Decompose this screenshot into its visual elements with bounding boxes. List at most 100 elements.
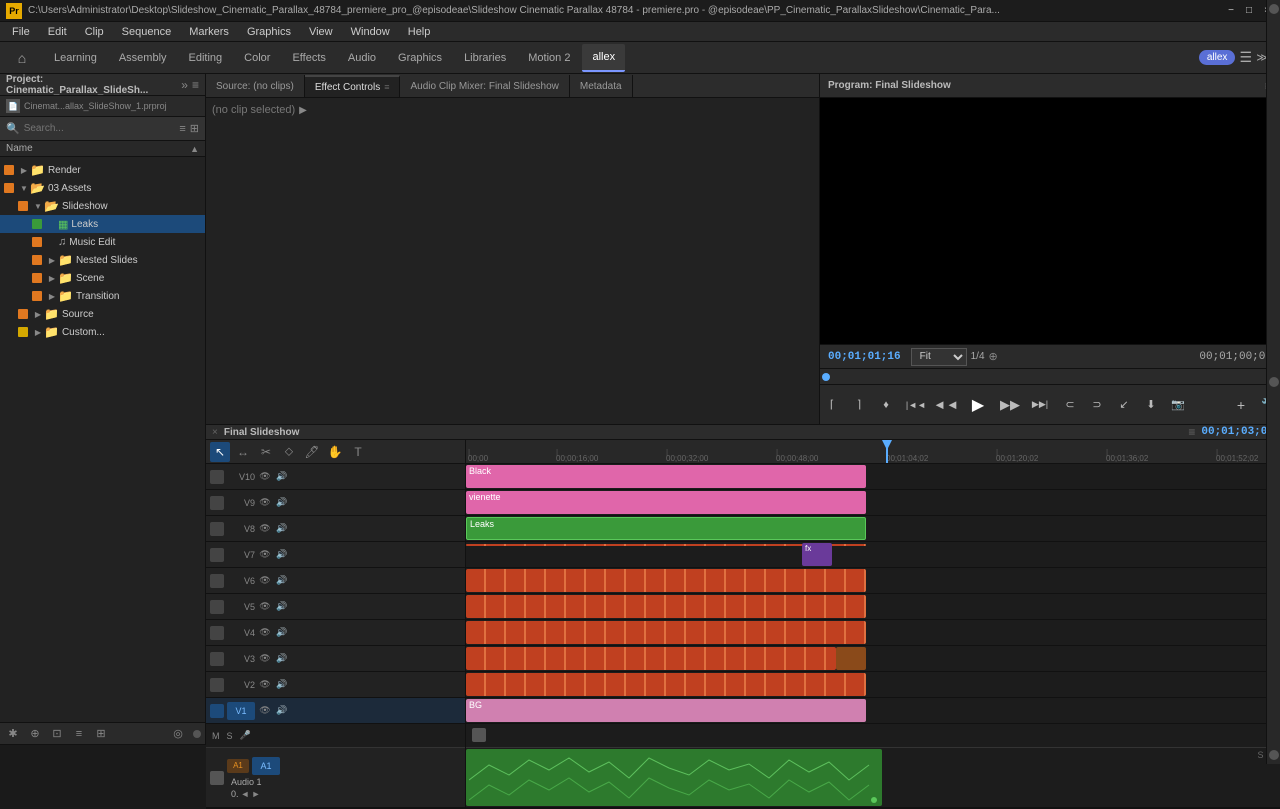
audio-row-lock[interactable] — [472, 728, 486, 742]
project-panel-expand[interactable]: » — [181, 78, 188, 92]
camera-button[interactable]: 📷 — [1166, 393, 1190, 417]
menu-item-help[interactable]: Help — [400, 22, 439, 42]
track-eye-v6[interactable]: 👁 — [258, 574, 272, 588]
track-eye-v1[interactable]: 👁 — [258, 704, 272, 718]
tree-item-render[interactable]: ▶ 📁 Render — [0, 161, 205, 179]
project-panel-menu[interactable]: ≡ — [192, 78, 199, 92]
timeline-ruler[interactable]: 00;00 00;00;16;00 00;00;32;00 00;00;48;0… — [466, 440, 1280, 464]
menu-item-edit[interactable]: Edit — [40, 22, 75, 42]
track-mute-v9[interactable]: 🔊 — [275, 496, 289, 510]
go-to-in-button[interactable]: |◄◄ — [904, 393, 928, 417]
v2-small-clips[interactable] — [466, 673, 866, 696]
track-eye-v2[interactable]: 👁 — [258, 678, 272, 692]
tree-item-scene[interactable]: ▶ 📁 Scene — [0, 269, 205, 287]
track-lock-v3[interactable] — [210, 652, 224, 666]
tree-item-musicedit[interactable]: ♫ Music Edit — [0, 233, 205, 251]
tree-item-leaks[interactable]: ▦ Leaks — [0, 215, 205, 233]
tab-audio-clip-mixer[interactable]: Audio Clip Mixer: Final Slideshow — [400, 75, 569, 97]
type-tool[interactable]: T — [348, 442, 368, 462]
loop-out-button[interactable]: ⊃ — [1085, 393, 1109, 417]
menu-item-sequence[interactable]: Sequence — [114, 22, 180, 42]
track-lock-v6[interactable] — [210, 574, 224, 588]
track-mute-v8[interactable]: 🔊 — [275, 522, 289, 536]
tree-item-transition[interactable]: ▶ 📁 Transition — [0, 287, 205, 305]
tree-item-source[interactable]: ▶ 📁 Source — [0, 305, 205, 323]
insert-button[interactable]: ↙ — [1112, 393, 1136, 417]
freeform-button[interactable]: ◎ — [169, 725, 187, 743]
track-lock-v5[interactable] — [210, 600, 224, 614]
add-marker-button[interactable]: ♦ — [874, 393, 898, 417]
clip-audio-a1[interactable] — [466, 749, 882, 806]
home-button[interactable]: ⌂ — [8, 44, 36, 72]
audio-vol-left[interactable]: ◄ — [241, 789, 250, 799]
track-mute-v4[interactable]: 🔊 — [275, 626, 289, 640]
track-mute-v2[interactable]: 🔊 — [275, 678, 289, 692]
track-eye-v8[interactable]: 👁 — [258, 522, 272, 536]
sort-asc-icon[interactable]: ▲ — [190, 144, 199, 154]
v3-end-clip[interactable] — [836, 647, 866, 670]
track-eye-v7[interactable]: 👁 — [258, 548, 272, 562]
timeline-timecode[interactable]: 00;01;03;05 — [1201, 426, 1274, 438]
maximize-button[interactable]: □ — [1242, 4, 1256, 18]
track-eye-v5[interactable]: 👁 — [258, 600, 272, 614]
track-lock-a1[interactable] — [210, 771, 224, 785]
workspace-tab-color[interactable]: Color — [234, 44, 280, 72]
tab-metadata[interactable]: Metadata — [570, 75, 633, 97]
tree-item-nestedslides[interactable]: ▶ 📁 Nested Slides — [0, 251, 205, 269]
track-eye-v4[interactable]: 👁 — [258, 626, 272, 640]
fit-select[interactable]: Fit 25% 50% 75% 100% — [911, 348, 967, 366]
track-lock-v7[interactable] — [210, 548, 224, 562]
audio-track-mic[interactable]: 🎤 — [240, 730, 251, 741]
minimize-button[interactable]: − — [1224, 4, 1238, 18]
tab-source[interactable]: Source: (no clips) — [206, 75, 305, 97]
step-forward-button[interactable]: ▶▶ — [998, 393, 1022, 417]
new-item-button[interactable]: ✱ — [4, 725, 22, 743]
expand-custom[interactable]: ▶ — [32, 328, 44, 337]
track-mute-v7[interactable]: 🔊 — [275, 548, 289, 562]
workspace-tab-effects[interactable]: Effects — [282, 44, 335, 72]
track-eye-v3[interactable]: 👁 — [258, 652, 272, 666]
overlay-button[interactable]: ⬇ — [1139, 393, 1163, 417]
menu-item-clip[interactable]: Clip — [77, 22, 112, 42]
step-back-button[interactable]: ◄◄ — [934, 393, 958, 417]
workspace-menu-icon[interactable]: ☰ — [1239, 49, 1252, 66]
clip-leaks-v8[interactable]: Leaks — [466, 517, 866, 540]
menu-item-view[interactable]: View — [301, 22, 341, 42]
tree-item-assets[interactable]: ▼ 📂 03 Assets — [0, 179, 205, 197]
search-input[interactable] — [24, 123, 176, 134]
clip-black-v10[interactable]: Black — [466, 465, 866, 488]
expand-render[interactable]: ▶ — [18, 166, 30, 175]
grid-view-icon[interactable]: ⊞ — [190, 122, 199, 135]
list-view-icon[interactable]: ≡ — [179, 123, 185, 135]
track-lock-v4[interactable] — [210, 626, 224, 640]
track-mute-v1[interactable]: 🔊 — [275, 704, 289, 718]
clip-fx-v7[interactable]: fx — [802, 543, 832, 566]
track-mute-v3[interactable]: 🔊 — [275, 652, 289, 666]
mark-in-button[interactable]: ⌈ — [820, 393, 844, 417]
icon-view-toolbar[interactable]: ⊞ — [92, 725, 110, 743]
menu-item-window[interactable]: Window — [343, 22, 398, 42]
menu-item-file[interactable]: File — [4, 22, 38, 42]
track-lock-v2[interactable] — [210, 678, 224, 692]
track-lock-v10[interactable] — [210, 470, 224, 484]
go-to-out-button[interactable]: ▶▶| — [1028, 393, 1052, 417]
track-select-tool[interactable]: ↔ — [233, 442, 253, 462]
loop-in-button[interactable]: ⊂ — [1058, 393, 1082, 417]
track-mute-v6[interactable]: 🔊 — [275, 574, 289, 588]
rate-stretch-tool[interactable]: ⬦ — [279, 442, 299, 462]
list-view-toolbar[interactable]: ≡ — [70, 725, 88, 743]
tree-item-custom[interactable]: ▶ 📁 Custom... — [0, 323, 205, 341]
workspace-tab-assembly[interactable]: Assembly — [109, 44, 177, 72]
track-eye-v10[interactable]: 👁 — [258, 470, 272, 484]
expand-assets[interactable]: ▼ — [18, 184, 30, 193]
mark-out-button[interactable]: ⌉ — [847, 393, 871, 417]
v5-small-clips[interactable] — [466, 595, 866, 618]
selection-tool[interactable]: ↖ — [210, 442, 230, 462]
audio-vol-right[interactable]: ► — [251, 789, 260, 799]
play-button[interactable]: ▶ — [964, 391, 992, 419]
expand-slideshow[interactable]: ▼ — [32, 202, 44, 211]
audio-trim-handle[interactable] — [871, 797, 877, 803]
add-button[interactable]: + — [1229, 393, 1253, 417]
ripple-edit-tool[interactable]: ✂ — [256, 442, 276, 462]
effect-controls-menu[interactable]: ≡ — [384, 82, 389, 92]
